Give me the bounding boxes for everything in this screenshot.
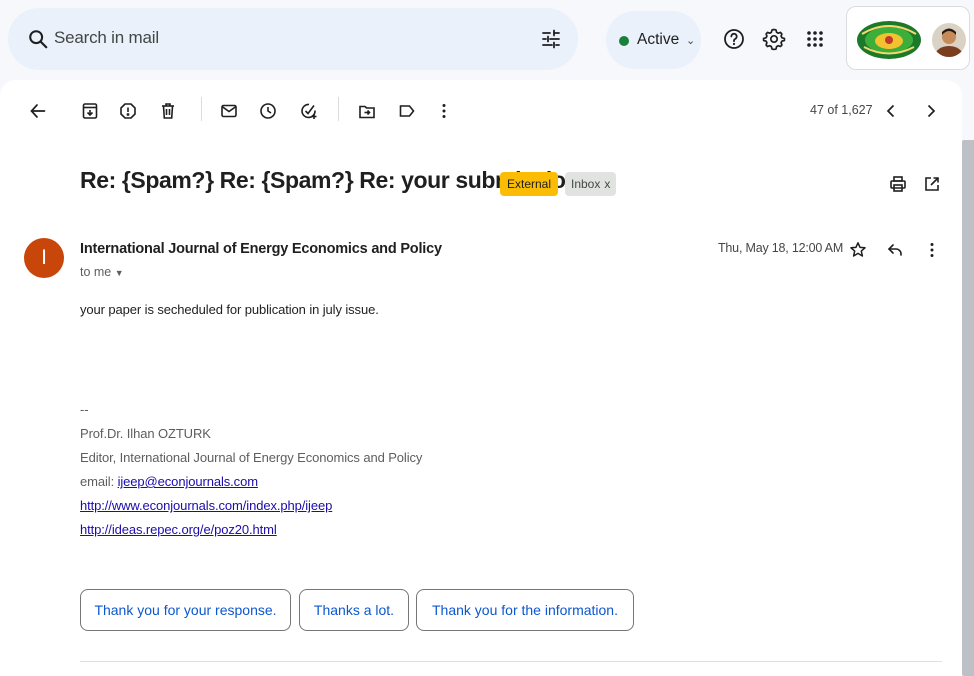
more-vert-icon[interactable] xyxy=(434,101,454,121)
remove-label-icon[interactable]: x xyxy=(604,177,610,191)
repec-profile-link[interactable]: http://ideas.repec.org/e/poz20.html xyxy=(80,522,277,537)
sender-avatar[interactable]: I xyxy=(24,238,64,278)
recipient-details[interactable]: to me ▼ xyxy=(80,265,124,279)
move-to-icon[interactable] xyxy=(357,101,377,121)
tune-icon[interactable] xyxy=(539,27,563,51)
add-to-tasks-icon[interactable] xyxy=(299,101,319,121)
search-bar[interactable]: Search in mail xyxy=(8,8,578,70)
sender-name[interactable]: International Journal of Energy Economic… xyxy=(80,241,442,257)
smart-reply-button[interactable]: Thank you for the information. xyxy=(416,589,634,631)
toolbar-divider xyxy=(338,97,339,121)
journal-website-link[interactable]: http://www.econjournals.com/index.php/ij… xyxy=(80,498,332,513)
scrollbar[interactable] xyxy=(962,140,974,676)
caret-down-icon[interactable]: ▼ xyxy=(115,268,124,278)
email-date: Thu, May 18, 12:00 AM xyxy=(718,241,844,255)
status-label: Active xyxy=(637,31,680,48)
search-icon[interactable] xyxy=(27,28,49,50)
chevron-left-icon[interactable] xyxy=(881,101,901,121)
status-dot xyxy=(619,36,629,46)
message-counter: 47 of 1,627 xyxy=(810,103,873,117)
report-spam-icon[interactable] xyxy=(118,101,138,121)
inbox-label-text: Inbox xyxy=(571,177,601,191)
chevron-right-icon[interactable] xyxy=(921,101,941,121)
search-input[interactable]: Search in mail xyxy=(54,28,159,48)
label-icon[interactable] xyxy=(397,101,417,121)
signature-title: Editor, International Journal of Energy … xyxy=(80,450,423,465)
reply-icon[interactable] xyxy=(885,240,905,260)
delete-icon[interactable] xyxy=(158,101,178,121)
organization-logo xyxy=(856,20,922,60)
divider xyxy=(80,661,942,662)
inbox-label-chip[interactable]: Inbox x xyxy=(565,172,617,196)
signature-email-line: email: ijeep@econjournals.com xyxy=(80,474,258,489)
star-icon[interactable] xyxy=(848,240,868,260)
recipient-label: to me xyxy=(80,265,112,279)
print-icon[interactable] xyxy=(888,174,908,194)
signature-separator: -- xyxy=(80,402,89,417)
chevron-down-icon: ⌄ xyxy=(686,35,696,47)
signature-name: Prof.Dr. Ilhan OZTURK xyxy=(80,426,211,441)
open-in-new-window-icon[interactable] xyxy=(922,174,942,194)
toolbar-divider xyxy=(201,97,202,121)
archive-icon[interactable] xyxy=(80,101,100,121)
help-icon[interactable] xyxy=(722,27,748,53)
more-vert-icon[interactable] xyxy=(922,240,942,260)
smart-reply-button[interactable]: Thank you for your response. xyxy=(80,589,291,631)
email-link[interactable]: ijeep@econjournals.com xyxy=(118,474,258,489)
back-arrow-icon[interactable] xyxy=(28,101,48,121)
top-bar: Search in mail Active ⌄ xyxy=(0,0,974,80)
external-badge: External xyxy=(500,172,559,196)
smart-reply-button[interactable]: Thanks a lot. xyxy=(299,589,409,631)
avatar[interactable] xyxy=(932,23,966,57)
email-label: email: xyxy=(80,474,115,489)
apps-icon[interactable] xyxy=(803,27,829,53)
settings-icon[interactable] xyxy=(762,27,788,53)
mark-unread-icon[interactable] xyxy=(219,101,239,121)
snooze-icon[interactable] xyxy=(258,101,278,121)
email-body: your paper is secheduled for publication… xyxy=(80,302,379,317)
status-selector[interactable]: Active ⌄ xyxy=(606,11,701,69)
